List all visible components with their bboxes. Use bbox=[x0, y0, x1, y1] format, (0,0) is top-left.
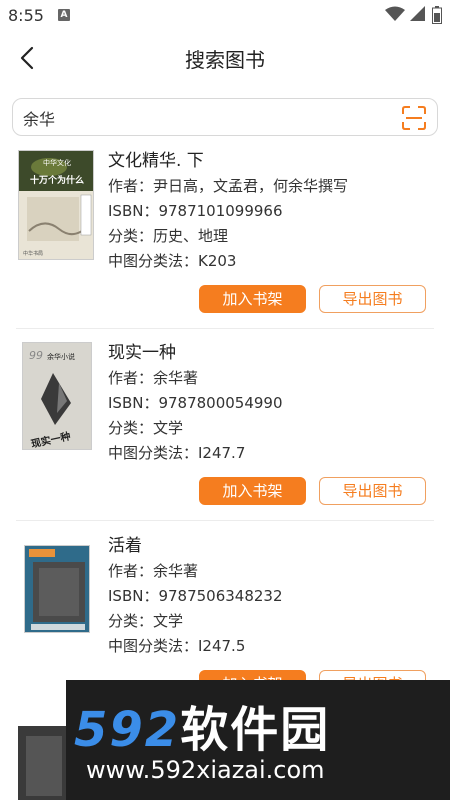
book-cover bbox=[18, 726, 66, 800]
book-isbn: ISBN：9787800054990 bbox=[108, 394, 283, 412]
page-title: 搜索图书 bbox=[185, 48, 265, 72]
book-title: 现实一种 bbox=[108, 343, 176, 363]
scan-icon[interactable] bbox=[401, 105, 427, 131]
add-to-shelf-button[interactable]: 加入书架 bbox=[199, 285, 306, 313]
book-clc: 中图分类法：I247.5 bbox=[108, 637, 246, 655]
book-clc: 中图分类法：I247.7 bbox=[108, 444, 246, 462]
wifi-icon bbox=[385, 6, 405, 21]
watermark-brand-text: 软件园 bbox=[180, 702, 331, 758]
watermark-overlay: 592软件园 www.592xiazai.com bbox=[66, 680, 450, 800]
book-item[interactable]: 99 余华小说 现实一种 现实一种 作者：余华著 ISBN：9787800054… bbox=[18, 340, 432, 510]
book-title: 文化精华. 下 bbox=[108, 151, 204, 171]
book-item[interactable]: 中华文化 十万个为什么 中华书局 文化精华. 下 作者：尹日高，文孟君，何余华撰… bbox=[18, 148, 432, 318]
divider bbox=[16, 520, 434, 521]
svg-text:99: 99 bbox=[29, 349, 43, 362]
book-category: 分类：历史、地理 bbox=[108, 227, 229, 245]
book-item[interactable]: 活着 作者：余华著 ISBN：9787506348232 分类：文学 中图分类法… bbox=[18, 533, 432, 703]
book-cover: 中华文化 十万个为什么 中华书局 bbox=[18, 150, 94, 260]
svg-text:中华书局: 中华书局 bbox=[23, 250, 43, 257]
book-cover bbox=[24, 545, 90, 633]
book-isbn: ISBN：9787101099966 bbox=[108, 202, 283, 220]
divider bbox=[16, 328, 434, 329]
export-book-button[interactable]: 导出图书 bbox=[319, 477, 426, 505]
search-box bbox=[12, 98, 438, 136]
status-time: 8:55 bbox=[8, 6, 44, 25]
book-clc: 中图分类法：K203 bbox=[108, 252, 237, 270]
book-author: 作者：尹日高，文孟君，何余华撰写 bbox=[108, 177, 349, 195]
battery-icon bbox=[432, 6, 442, 24]
book-category: 分类：文学 bbox=[108, 419, 184, 437]
notification-icon: A bbox=[58, 9, 70, 21]
book-info: 活着 作者：余华著 ISBN：9787506348232 分类：文学 中图分类法… bbox=[108, 533, 428, 659]
svg-text:现实一种: 现实一种 bbox=[30, 429, 72, 450]
book-info: 文化精华. 下 作者：尹日高，文孟君，何余华撰写 ISBN：9787101099… bbox=[108, 148, 428, 274]
header: 搜索图书 bbox=[0, 32, 450, 84]
book-cover: 99 余华小说 现实一种 bbox=[22, 342, 92, 450]
search-input[interactable] bbox=[23, 105, 383, 131]
watermark-url: www.592xiazai.com bbox=[86, 756, 325, 784]
svg-text:余华小说: 余华小说 bbox=[47, 352, 75, 361]
status-bar: 8:55 A bbox=[0, 0, 450, 32]
book-category: 分类：文学 bbox=[108, 612, 184, 630]
signal-icon bbox=[410, 6, 425, 21]
export-book-button[interactable]: 导出图书 bbox=[319, 285, 426, 313]
book-title: 活着 bbox=[108, 536, 142, 556]
svg-text:中华文化: 中华文化 bbox=[43, 158, 71, 167]
book-author: 作者：余华著 bbox=[108, 562, 199, 580]
book-author: 作者：余华著 bbox=[108, 369, 199, 387]
book-info: 现实一种 作者：余华著 ISBN：9787800054990 分类：文学 中图分… bbox=[108, 340, 428, 466]
book-isbn: ISBN：9787506348232 bbox=[108, 587, 283, 605]
watermark-brand: 592软件园 bbox=[74, 690, 330, 760]
watermark-brand-number: 592 bbox=[74, 702, 181, 758]
svg-text:十万个为什么: 十万个为什么 bbox=[30, 174, 84, 186]
add-to-shelf-button[interactable]: 加入书架 bbox=[199, 477, 306, 505]
